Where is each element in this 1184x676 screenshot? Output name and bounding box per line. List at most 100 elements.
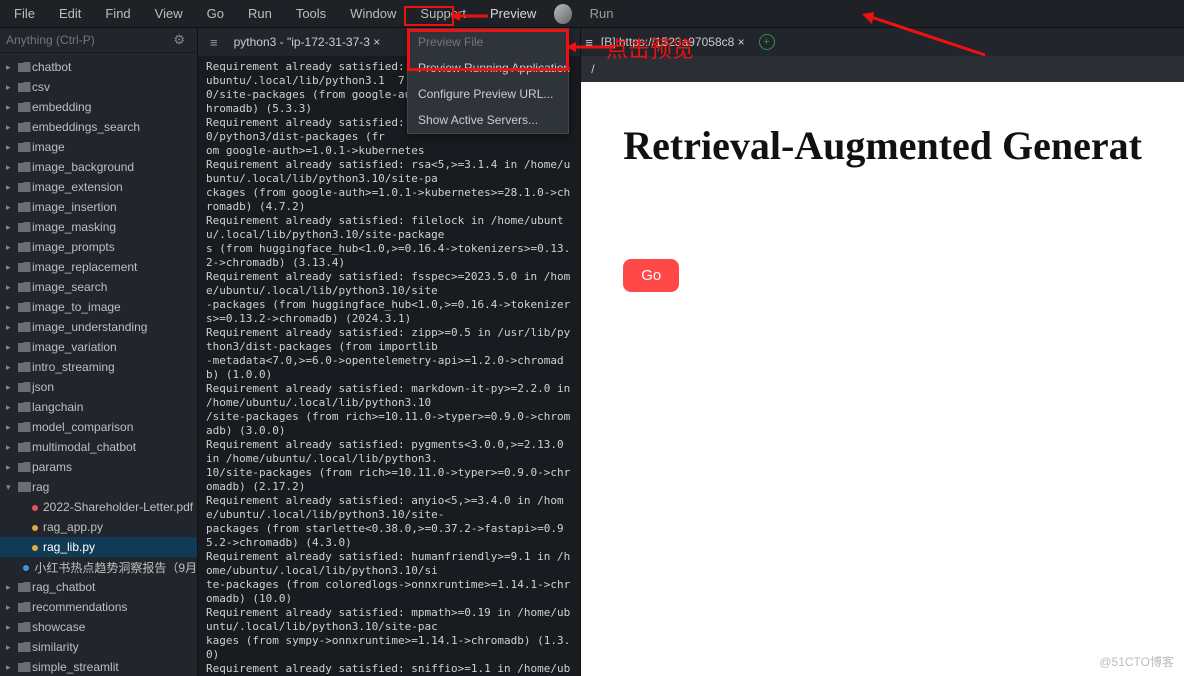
search-row: ⚙: [0, 28, 197, 53]
preview-tab-title: [B] https://1523a97058c8 ×: [601, 35, 745, 49]
tree-item-label: model_comparison: [32, 420, 133, 434]
tree-item-label: rag: [32, 480, 49, 494]
tree-item-label: image_replacement: [32, 260, 137, 274]
plus-icon[interactable]: +: [759, 34, 775, 50]
tree-item-rag-lib-py[interactable]: rag_lib.py: [0, 537, 197, 557]
preview-tabbar: ≡ [B] https://1523a97058c8 × +: [581, 28, 1184, 56]
preview-body: Retrieval-Augmented Generat Go: [581, 82, 1184, 676]
tree-item-label: recommendations: [32, 600, 127, 614]
tree-item-image-background[interactable]: ▸image_background: [0, 157, 197, 177]
tree-item-image-insertion[interactable]: ▸image_insertion: [0, 197, 197, 217]
tree-item-label: similarity: [32, 640, 79, 654]
tree-item-label: rag_app.py: [43, 520, 103, 534]
tree-item-label: image_extension: [32, 180, 123, 194]
tree-item-similarity[interactable]: ▸similarity: [0, 637, 197, 657]
tree-item-rag-app-py[interactable]: rag_app.py: [0, 517, 197, 537]
tree-item-model-comparison[interactable]: ▸model_comparison: [0, 417, 197, 437]
menubar: File Edit Find View Go Run Tools Window …: [0, 0, 1184, 28]
file-tree[interactable]: ▸chatbot▸csv▸embedding▸embeddings_search…: [0, 53, 197, 676]
tree-item-label: embeddings_search: [32, 120, 140, 134]
tree-item-recommendations[interactable]: ▸recommendations: [0, 597, 197, 617]
tree-item-image-search[interactable]: ▸image_search: [0, 277, 197, 297]
tree-item-label: image_background: [32, 160, 134, 174]
tree-item-image[interactable]: ▸image: [0, 137, 197, 157]
menu-window[interactable]: Window: [338, 2, 408, 25]
tree-item-label: showcase: [32, 620, 85, 634]
tree-item-json[interactable]: ▸json: [0, 377, 197, 397]
search-input[interactable]: [6, 33, 167, 47]
tree-item-image-variation[interactable]: ▸image_variation: [0, 337, 197, 357]
tree-item-image-masking[interactable]: ▸image_masking: [0, 217, 197, 237]
dd-preview-running[interactable]: Preview Running Application: [408, 55, 568, 81]
tree-item-multimodal-chatbot[interactable]: ▸multimodal_chatbot: [0, 437, 197, 457]
avatar-icon: [554, 4, 571, 24]
tree-item-label: 小红书热点趋势洞察报告（9月: [34, 559, 197, 576]
menu-view[interactable]: View: [143, 2, 195, 25]
tree-item-embeddings-search[interactable]: ▸embeddings_search: [0, 117, 197, 137]
tree-item-label: rag_lib.py: [43, 540, 95, 554]
tree-item-showcase[interactable]: ▸showcase: [0, 617, 197, 637]
tree-item-csv[interactable]: ▸csv: [0, 77, 197, 97]
go-button[interactable]: Go: [623, 259, 679, 292]
tree-item-label: simple_streamlit: [32, 660, 119, 674]
preview-pane: ≡ [B] https://1523a97058c8 × + / Retriev…: [581, 28, 1184, 676]
tree-item-label: csv: [32, 80, 50, 94]
watermark: @51CTO博客: [1099, 653, 1174, 670]
tree-item-label: json: [32, 380, 54, 394]
tree-item-label: image_understanding: [32, 320, 147, 334]
tree-item-label: multimodal_chatbot: [32, 440, 136, 454]
menu-find[interactable]: Find: [93, 2, 142, 25]
tree-item-label: image_search: [32, 280, 107, 294]
page-title: Retrieval-Augmented Generat: [623, 122, 1142, 169]
tree-item-params[interactable]: ▸params: [0, 457, 197, 477]
tree-item-rag[interactable]: ▾rag: [0, 477, 197, 497]
dd-preview-file[interactable]: Preview File: [408, 29, 568, 55]
dd-configure-url[interactable]: Configure Preview URL...: [408, 81, 568, 107]
tree-item-label: chatbot: [32, 60, 71, 74]
menu-go[interactable]: Go: [195, 2, 236, 25]
tree-item-rag-chatbot[interactable]: ▸rag_chatbot: [0, 577, 197, 597]
hamburger-icon[interactable]: ≡: [585, 35, 593, 50]
tree-item-label: params: [32, 460, 72, 474]
tree-item-chatbot[interactable]: ▸chatbot: [0, 57, 197, 77]
hamburger-icon[interactable]: ≡: [202, 35, 226, 50]
menu-preview[interactable]: Preview: [478, 2, 548, 25]
menu-edit[interactable]: Edit: [47, 2, 93, 25]
terminal-tab[interactable]: python3 - "ip-172-31-37-3 ×: [226, 28, 389, 56]
tree-item-label: embedding: [32, 100, 91, 114]
tree-item-label: image_prompts: [32, 240, 115, 254]
tree-item-simple-streamlit[interactable]: ▸simple_streamlit: [0, 657, 197, 676]
preview-dropdown: Preview File Preview Running Application…: [407, 28, 569, 134]
tree-item-langchain[interactable]: ▸langchain: [0, 397, 197, 417]
tree-item-image-to-image[interactable]: ▸image_to_image: [0, 297, 197, 317]
tree-item-image-prompts[interactable]: ▸image_prompts: [0, 237, 197, 257]
menu-support[interactable]: Support: [408, 2, 478, 25]
tree-item-image-replacement[interactable]: ▸image_replacement: [0, 257, 197, 277]
tree-item--9-[interactable]: 小红书热点趋势洞察报告（9月: [0, 557, 197, 577]
menu-run[interactable]: Run: [236, 2, 284, 25]
tree-item-label: image_masking: [32, 220, 116, 234]
terminal-tab-title: python3 - "ip-172-31-37-3 ×: [234, 35, 381, 49]
tree-item-label: 2022-Shareholder-Letter.pdf: [43, 500, 193, 514]
tree-item-label: rag_chatbot: [32, 580, 95, 594]
menu-tools[interactable]: Tools: [284, 2, 338, 25]
tree-item-embedding[interactable]: ▸embedding: [0, 97, 197, 117]
tree-item-2022-shareholder-letter-pdf[interactable]: 2022-Shareholder-Letter.pdf: [0, 497, 197, 517]
gear-icon[interactable]: ⚙: [167, 32, 191, 48]
tree-item-label: image: [32, 140, 65, 154]
terminal-output[interactable]: Requirement already satisfied: ca ubuntu…: [198, 56, 580, 676]
tree-item-label: image_variation: [32, 340, 117, 354]
tree-item-label: langchain: [32, 400, 83, 414]
preview-addressbar[interactable]: /: [581, 56, 1184, 82]
tree-item-label: intro_streaming: [32, 360, 115, 374]
preview-tab[interactable]: [B] https://1523a97058c8 ×: [593, 28, 753, 56]
menu-file[interactable]: File: [2, 2, 47, 25]
tree-item-image-understanding[interactable]: ▸image_understanding: [0, 317, 197, 337]
menu-run-top[interactable]: Run: [578, 2, 626, 25]
tree-item-label: image_to_image: [32, 300, 121, 314]
tree-item-label: image_insertion: [32, 200, 117, 214]
tree-item-image-extension[interactable]: ▸image_extension: [0, 177, 197, 197]
tree-item-intro-streaming[interactable]: ▸intro_streaming: [0, 357, 197, 377]
dd-show-servers[interactable]: Show Active Servers...: [408, 107, 568, 133]
sidebar: ⚙ ▸chatbot▸csv▸embedding▸embeddings_sear…: [0, 28, 198, 676]
